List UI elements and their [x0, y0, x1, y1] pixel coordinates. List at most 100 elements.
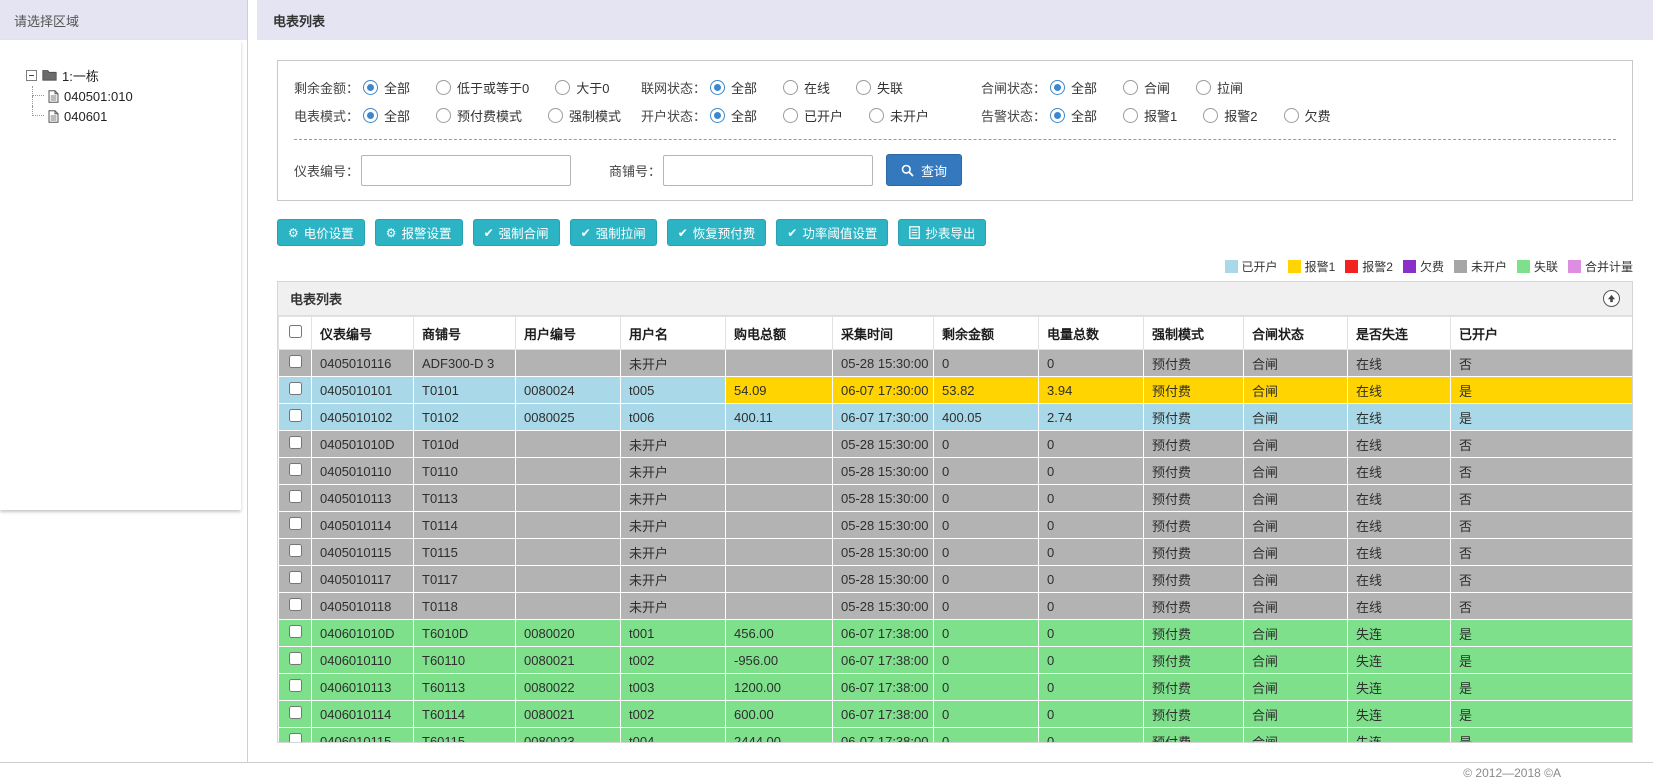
- radio-option[interactable]: 已开户: [783, 106, 843, 125]
- cell: 0: [933, 646, 1039, 674]
- shop-no-input[interactable]: [663, 154, 874, 186]
- row-checkbox[interactable]: [288, 679, 302, 692]
- radio-option[interactable]: 大于0: [555, 78, 610, 97]
- row-checkbox[interactable]: [288, 355, 302, 368]
- cell: 未开户: [620, 349, 726, 377]
- radio-option[interactable]: 低于或等于0: [436, 78, 529, 97]
- meter-no-input[interactable]: [361, 154, 572, 186]
- tree-node-building[interactable]: 1:一栋: [26, 64, 231, 86]
- collapse-up-icon[interactable]: [1603, 290, 1620, 307]
- cell: 预付费: [1143, 619, 1244, 647]
- cell: 合闸: [1243, 538, 1348, 566]
- cell: [515, 484, 621, 512]
- cell: T0110: [413, 457, 516, 485]
- cell: [725, 430, 833, 458]
- doc-icon: [909, 226, 921, 239]
- force-close-gate-button[interactable]: ✔ 强制合闸: [472, 219, 560, 246]
- radio-option[interactable]: 拉闸: [1196, 78, 1243, 97]
- radio-option[interactable]: 全部: [363, 106, 410, 125]
- cell: 0405010101: [311, 376, 414, 404]
- table-row: 0405010118 T0118 未开户 05-28 15:30:00 0 0 预付费 合闸在…: [278, 592, 1632, 620]
- row-checkbox[interactable]: [288, 382, 302, 395]
- cell: 未开户: [620, 457, 726, 485]
- row-checkbox-cell: [278, 349, 312, 377]
- row-checkbox[interactable]: [288, 733, 302, 742]
- page-title: 电表列表: [257, 0, 1653, 40]
- cell: 否: [1450, 484, 1632, 512]
- radio-selected-icon: [363, 79, 379, 95]
- row-checkbox[interactable]: [288, 544, 302, 557]
- radio-option[interactable]: 强制模式: [548, 106, 621, 125]
- radio-icon: [856, 79, 872, 95]
- cell: 预付费: [1143, 538, 1244, 566]
- action-button-label: 强制合闸: [498, 227, 549, 241]
- radio-option[interactable]: 全部: [710, 106, 757, 125]
- radio-icon: [1123, 79, 1139, 95]
- radio-option[interactable]: 报警2: [1203, 106, 1258, 125]
- radio-option[interactable]: 合闸: [1123, 78, 1170, 97]
- cell: 06-07 17:38:00: [832, 727, 934, 742]
- force-open-gate-button[interactable]: ✔ 强制拉闸: [569, 219, 657, 246]
- cell: 未开户: [620, 484, 726, 512]
- restore-prepaid-button[interactable]: ✔ 恢复预付费: [666, 219, 767, 246]
- row-checkbox[interactable]: [288, 409, 302, 422]
- cell: 是: [1450, 403, 1632, 431]
- radio-option[interactable]: 报警1: [1123, 106, 1177, 125]
- row-checkbox[interactable]: [288, 652, 302, 665]
- cell: 失连: [1347, 619, 1451, 647]
- radio-option[interactable]: 欠费: [1283, 106, 1331, 125]
- row-checkbox[interactable]: [288, 571, 302, 584]
- meter-export-button[interactable]: 抄表导出: [898, 219, 987, 246]
- cell: 是: [1450, 646, 1632, 674]
- cell: 06-07 17:38:00: [832, 673, 934, 701]
- cell: 合闸: [1243, 565, 1348, 593]
- row-checkbox[interactable]: [288, 598, 302, 611]
- cell: 05-28 15:30:00: [832, 457, 934, 485]
- cell: 是: [1450, 700, 1632, 728]
- radio-option[interactable]: 未开户: [869, 106, 929, 125]
- gear-icon: ⚙: [385, 225, 397, 240]
- cell: 05-28 15:30:00: [832, 349, 934, 377]
- alarm-settings-button[interactable]: ⚙ 报警设置: [374, 219, 463, 246]
- row-checkbox[interactable]: [288, 706, 302, 719]
- action-button-label: 报警设置: [401, 227, 452, 241]
- row-checkbox[interactable]: [288, 463, 302, 476]
- cell: t005: [620, 376, 726, 404]
- legend-swatch: [1453, 260, 1467, 273]
- tree-node-meter[interactable]: 040501:010: [32, 86, 231, 106]
- row-checkbox[interactable]: [288, 490, 302, 503]
- price-settings-button[interactable]: ⚙ 电价设置: [277, 219, 365, 246]
- row-checkbox[interactable]: [288, 625, 302, 638]
- radio-option-label: 欠费: [1304, 108, 1331, 124]
- column-header: 是否失连: [1347, 316, 1451, 350]
- row-checkbox[interactable]: [288, 436, 302, 449]
- power-threshold-button[interactable]: ✔ 功率阈值设置: [776, 219, 889, 246]
- legend-label: 已开户: [1241, 260, 1278, 274]
- legend-item: 报警1: [1287, 258, 1335, 275]
- cell: 预付费: [1143, 457, 1244, 485]
- radio-option[interactable]: 全部: [363, 78, 410, 97]
- cell: 否: [1450, 430, 1632, 458]
- cell: 0: [933, 430, 1039, 458]
- filter-panel: 剩余金额： 全部 低于或等于0 大于0 联网状态： 全部 在线 失联 合闸状态： 全部 合闸 拉闸 电表…: [277, 60, 1633, 201]
- cell: 合闸: [1243, 511, 1348, 539]
- tree-collapse-toggle-icon[interactable]: [26, 69, 37, 81]
- meter-table: 仪表编号 商铺号 用户编号 用户名 购电总额 采集时间 剩余金额 电量总数 强制模式 合闸状态 是否…: [278, 316, 1632, 742]
- radio-option[interactable]: 全部: [710, 78, 757, 97]
- row-checkbox[interactable]: [288, 517, 302, 530]
- radio-option-label: 在线: [804, 80, 831, 96]
- select-all-checkbox[interactable]: [288, 325, 302, 338]
- radio-option[interactable]: 全部: [1050, 106, 1097, 125]
- radio-option[interactable]: 全部: [1050, 78, 1097, 97]
- account-status-filter: 开户状态： 全部 已开户 未开户: [641, 106, 981, 125]
- cell: 3.94: [1038, 376, 1144, 404]
- cell: 是: [1450, 619, 1632, 647]
- search-button[interactable]: 查询: [886, 154, 963, 186]
- radio-option[interactable]: 失联: [856, 78, 903, 97]
- radio-option[interactable]: 在线: [783, 78, 830, 97]
- filter-group-label: 剩余金额：: [294, 80, 360, 96]
- radio-option[interactable]: 预付费模式: [436, 106, 522, 125]
- cell: 0: [933, 619, 1039, 647]
- tree-node-meter[interactable]: 040601: [32, 106, 231, 126]
- cell: 合闸: [1243, 700, 1348, 728]
